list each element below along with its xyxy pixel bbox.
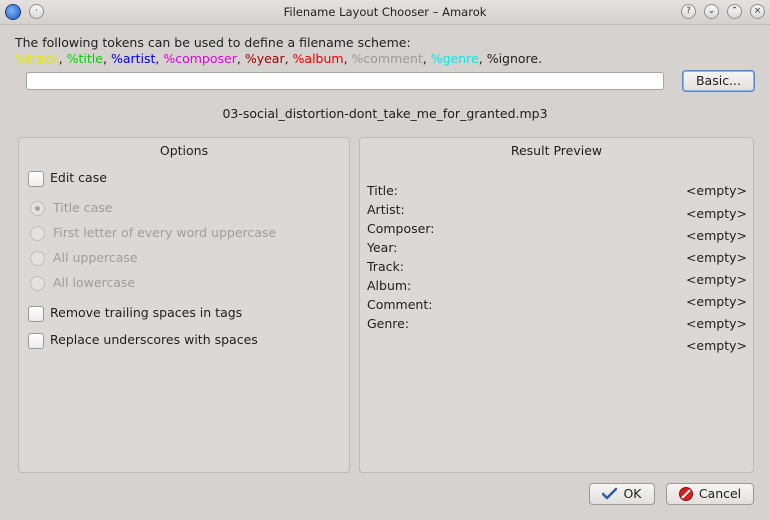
window-title: Filename Layout Chooser – Amarok (283, 5, 487, 19)
preview-value-composer: <empty> (685, 228, 747, 243)
preview-label-track: Track: (367, 259, 404, 274)
options-group: Options Edit case Title case First lette… (18, 137, 350, 473)
preview-value-artist: <empty> (685, 206, 747, 221)
preview-value-year: <empty> (685, 250, 747, 265)
token-album: %album (292, 51, 344, 66)
maximize-button[interactable]: ⌃ (727, 4, 742, 19)
all-uppercase-label: All uppercase (53, 250, 138, 265)
first-letter-radio[interactable]: First letter of every word uppercase (30, 224, 276, 242)
checkmark-icon (602, 487, 618, 500)
cancel-button[interactable]: Cancel (666, 483, 754, 505)
remove-trailing-spaces-checkbox[interactable]: Remove trailing spaces in tags (28, 304, 242, 322)
result-preview-group: Result Preview Title: Artist: Composer: … (359, 137, 754, 473)
checkbox-box[interactable] (28, 332, 44, 349)
preview-value-genre: <empty> (685, 338, 747, 353)
preview-label-comment: Comment: (367, 297, 433, 312)
help-button[interactable]: ? (681, 4, 696, 19)
basic-button-label: Basic... (695, 73, 741, 88)
filename-scheme-input[interactable] (26, 72, 664, 90)
all-lowercase-label: All lowercase (53, 275, 136, 290)
radio-button[interactable] (30, 226, 45, 241)
radio-button[interactable] (30, 201, 45, 216)
cancel-button-label: Cancel (698, 486, 742, 501)
title-case-label: Title case (53, 200, 113, 215)
ok-button[interactable]: OK (589, 483, 655, 505)
sample-filename: 03-social_distortion-dont_take_me_for_gr… (222, 106, 548, 121)
edit-case-label: Edit case (50, 170, 107, 185)
preview-label-artist: Artist: (367, 202, 405, 217)
first-letter-label: First letter of every word uppercase (53, 225, 277, 240)
cancel-icon (678, 486, 693, 501)
preview-label-composer: Composer: (367, 221, 435, 236)
token-artist: %artist (110, 51, 156, 66)
token-list: %track, %title, %artist, %composer, %yea… (15, 51, 543, 66)
checkbox-box[interactable] (28, 170, 44, 187)
checkbox-box[interactable] (28, 305, 44, 322)
replace-underscores-checkbox[interactable]: Replace underscores with spaces (28, 331, 258, 349)
preview-value-track: <empty> (685, 272, 747, 287)
title-bar: · Filename Layout Chooser – Amarok ? ⌄ ⌃… (0, 0, 770, 25)
title-case-radio[interactable]: Title case (30, 199, 113, 217)
basic-button[interactable]: Basic... (682, 70, 755, 92)
replace-underscores-label: Replace underscores with spaces (50, 332, 258, 347)
radio-button[interactable] (30, 276, 45, 291)
options-title: Options (159, 143, 209, 158)
token-track: %track (15, 51, 59, 66)
all-uppercase-radio[interactable]: All uppercase (30, 249, 138, 267)
token-genre: %genre (430, 51, 479, 66)
preview-title: Result Preview (510, 143, 603, 158)
preview-value-comment: <empty> (685, 316, 747, 331)
preview-label-year: Year: (367, 240, 398, 255)
preview-label-title: Title: (367, 183, 398, 198)
token-composer: %composer (163, 51, 237, 66)
token-year: %year (244, 51, 285, 66)
ok-button-label: OK (623, 486, 642, 501)
preview-value-album: <empty> (685, 294, 747, 309)
token-comment: %comment (351, 51, 423, 66)
remove-trailing-label: Remove trailing spaces in tags (50, 305, 243, 320)
intro-text: The following tokens can be used to defi… (15, 35, 411, 50)
token-ignore: %ignore (486, 51, 539, 66)
close-button[interactable]: × (750, 4, 765, 19)
token-title: %title (66, 51, 103, 66)
preview-value-title: <empty> (685, 183, 747, 198)
radio-button[interactable] (30, 251, 45, 266)
preview-label-genre: Genre: (367, 316, 410, 331)
all-lowercase-radio[interactable]: All lowercase (30, 274, 135, 292)
edit-case-checkbox[interactable]: Edit case (28, 169, 107, 187)
minimize-button[interactable]: ⌄ (704, 4, 719, 19)
preview-label-album: Album: (367, 278, 412, 293)
